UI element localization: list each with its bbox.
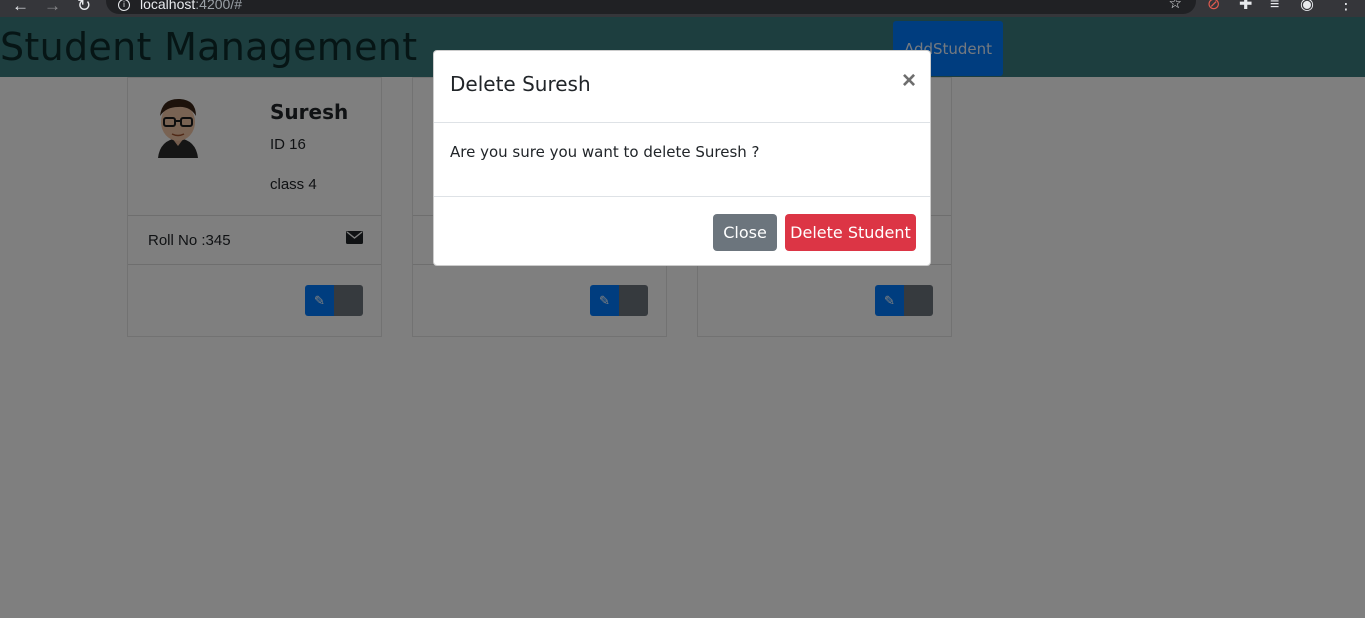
forward-arrow-icon[interactable]: → xyxy=(44,0,61,14)
url-host: localhost xyxy=(140,0,196,12)
reload-icon[interactable]: ↻ xyxy=(77,0,91,14)
url-text[interactable]: localhost:4200/# xyxy=(140,0,242,11)
close-button[interactable]: Close xyxy=(713,214,777,251)
extension-icon[interactable]: ⊘ xyxy=(1207,0,1220,14)
star-icon[interactable]: ☆ xyxy=(1169,0,1182,11)
browser-toolbar: ← → ↻ i localhost:4200/# ☆ ⊘ ✚ ≡ ◉ ⋮ xyxy=(0,0,1365,17)
modal-message: Are you sure you want to delete Suresh ? xyxy=(450,143,760,161)
address-bar[interactable]: i localhost:4200/# ☆ xyxy=(106,0,1196,14)
media-queue-icon[interactable]: ≡ xyxy=(1270,0,1279,14)
delete-confirm-dialog: Delete Suresh × Are you sure you want to… xyxy=(433,50,931,266)
profile-avatar-icon[interactable]: ◉ xyxy=(1300,0,1314,14)
modal-title: Delete Suresh xyxy=(450,72,591,96)
puzzle-icon[interactable]: ✚ xyxy=(1239,0,1252,14)
more-menu-icon[interactable]: ⋮ xyxy=(1338,0,1354,14)
info-icon[interactable]: i xyxy=(118,0,130,11)
modal-header: Delete Suresh × xyxy=(434,51,930,123)
close-icon[interactable]: × xyxy=(902,69,916,93)
back-arrow-icon[interactable]: ← xyxy=(12,0,29,14)
url-path: :4200/# xyxy=(195,0,242,12)
modal-footer: Close Delete Student xyxy=(434,196,930,266)
delete-student-button[interactable]: Delete Student xyxy=(785,214,916,251)
